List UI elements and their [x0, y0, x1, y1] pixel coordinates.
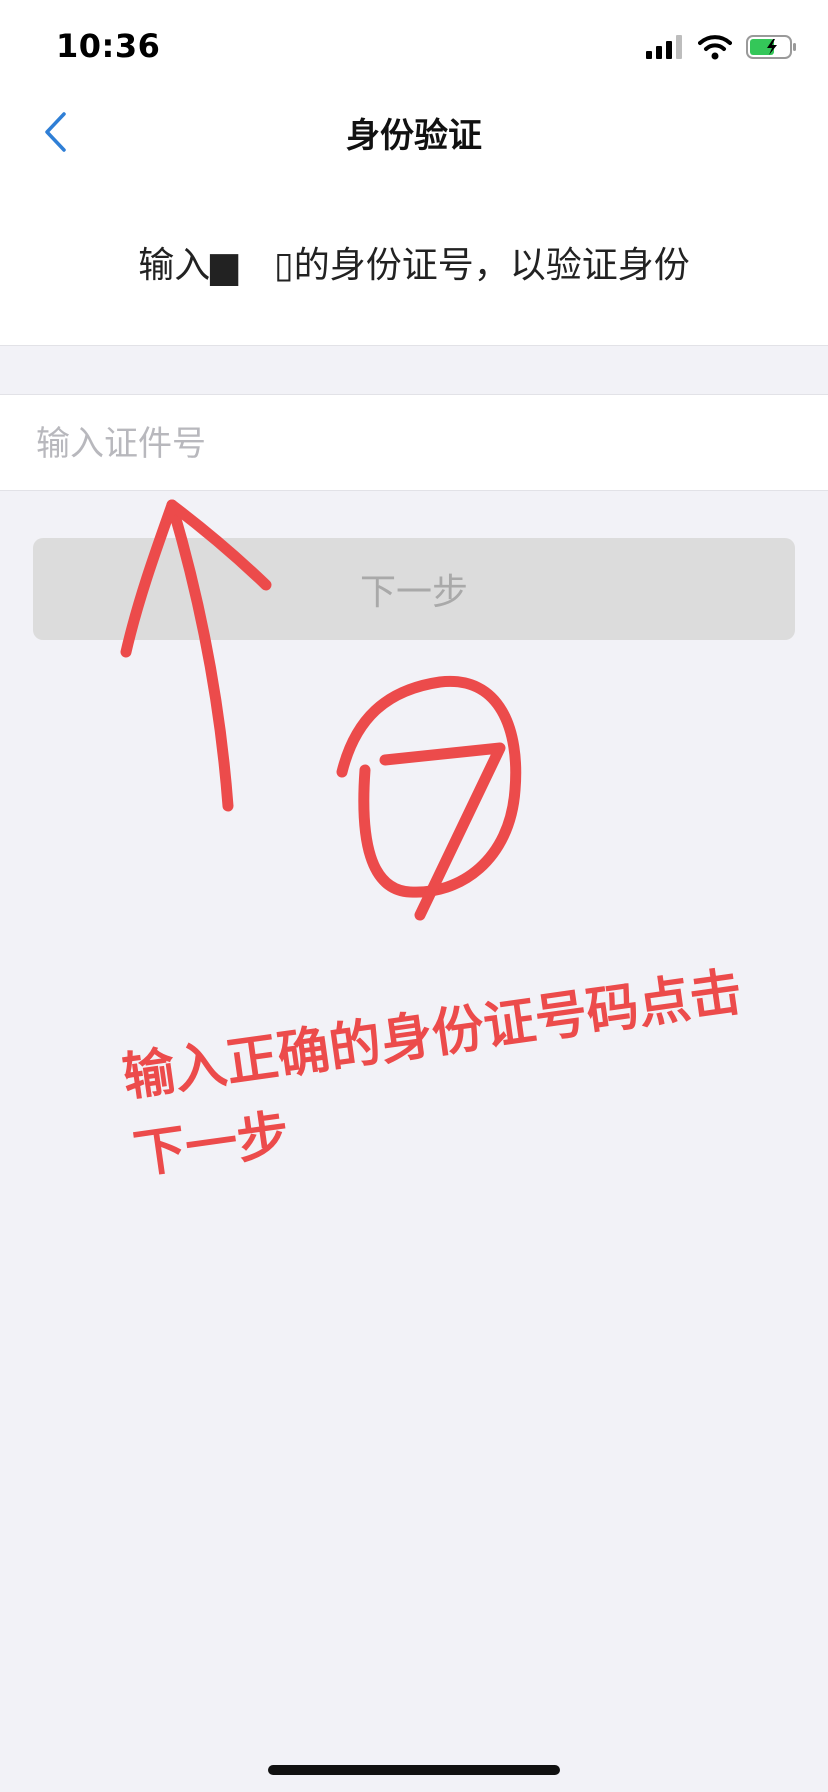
status-time: 10:36 — [56, 27, 161, 65]
id-number-field-row — [0, 394, 828, 492]
page-title: 身份验证 — [346, 116, 482, 156]
home-indicator[interactable] — [268, 1765, 560, 1775]
seven-stroke — [379, 742, 506, 921]
annotation-text: 输入正确的身份证号码点击下一步 — [119, 962, 746, 1186]
battery-icon — [746, 35, 796, 59]
circled-number-seven — [336, 675, 522, 898]
wifi-icon — [698, 35, 732, 60]
status-icons — [646, 34, 798, 60]
next-step-button[interactable]: 下一步 — [33, 538, 795, 640]
signal-icon — [646, 35, 682, 59]
header-area: 10:36 身份验证 输入▆ ▯的身份证号，以验证身份 — [0, 0, 828, 346]
id-number-input[interactable] — [34, 395, 798, 492]
instruction-text: 输入▆ ▯的身份证号，以验证身份 — [138, 245, 690, 286]
